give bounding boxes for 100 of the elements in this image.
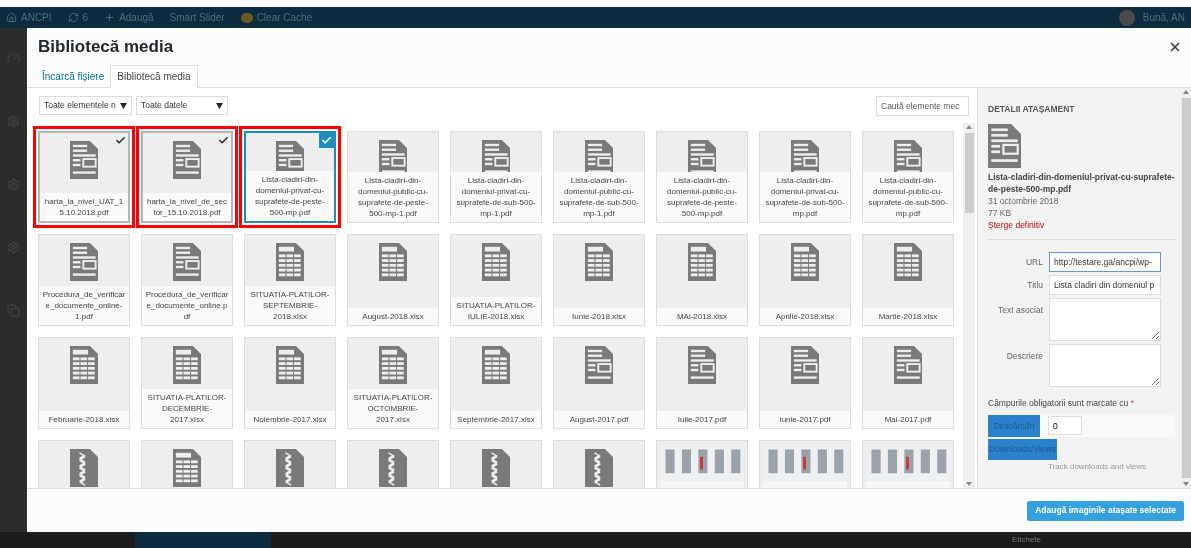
file-name: Lista-cladiri-din-domeniul-privat-cu-suprafete-de-peste-500-mp.pdf xyxy=(246,171,334,221)
file-name: Martie-2018.xlsx xyxy=(863,308,953,325)
modal-title: Bibliotecă media xyxy=(38,35,174,58)
text-field[interactable]: Lista cladiri din domeniul p xyxy=(1049,274,1161,295)
media-tile[interactable]: August-2017.pdf xyxy=(553,337,645,429)
file-name: SITUATIA-PLATILOR-IULIE-2018.xlsx xyxy=(451,297,541,325)
document-icon xyxy=(790,346,820,384)
filter-select[interactable]: Toate datele xyxy=(136,96,228,115)
field-label: Text asociat xyxy=(997,303,1043,317)
spreadsheet-icon xyxy=(275,346,305,384)
downloads-field[interactable]: 0 xyxy=(1048,416,1082,435)
media-tile[interactable]: Noiembrie-2017.xlsx xyxy=(244,337,336,429)
media-tile[interactable]: Lista-cladiri-din-domeniul-public-cu-suprafete-de-sub-500-mp.pdf xyxy=(862,131,954,223)
media-tile[interactable]: SITUATIA-PLATILOR-SEPTEMBRIE-2018.xlsx xyxy=(244,234,336,326)
spreadsheet-icon xyxy=(378,243,408,281)
media-tile[interactable]: MAi-2018.xlsx xyxy=(656,234,748,326)
attachment-filename: Lista-cladiri-din-domeniul-privat-cu-suprafete-de-peste-500-mp.pdf xyxy=(988,170,1175,195)
text-field[interactable]: http://testare.ga/ancpi/wp- xyxy=(1049,251,1161,272)
scrollbar[interactable] xyxy=(963,123,975,488)
scroll-down-icon[interactable] xyxy=(966,482,972,486)
media-tile[interactable]: Procedura_de_verificare_documente_online-1.pdf xyxy=(38,234,130,326)
media-tile[interactable]: Lista-cladiri-din-domeniul-public-cu-suprafete-de-sub-500-mp-1.pdf xyxy=(553,131,645,223)
check-icon[interactable] xyxy=(319,133,334,148)
delete-link[interactable]: Șterge definitiv xyxy=(988,218,1175,231)
spreadsheet-icon xyxy=(172,449,202,487)
file-name: Lista-cladiri-din-domeniul-public-cu-suprafete-de-peste-500-mp-1.pdf xyxy=(348,172,438,222)
text-area[interactable] xyxy=(1049,297,1161,341)
avatar-icon[interactable] xyxy=(1118,9,1135,26)
media-tile[interactable]: SITUATIA-PLATILOR-OCTOMBRIE-2017.xlsx xyxy=(347,337,439,429)
media-tile[interactable]: Lista-cladiri-din-domeniul-public-cu-suprafete-de-peste-500-mp-1.pdf xyxy=(347,131,439,223)
media-tile[interactable]: SITUATIA-PLATILOR-DECEMBRIE-2017.xlsx xyxy=(141,337,233,429)
file-name: Lista-cladiri-din-domeniul-public-cu-suprafete-de-sub-500-mp-1.pdf xyxy=(554,172,644,222)
media-tile[interactable]: harta_la_nivel_de_sector_15.10.2018.pdf xyxy=(141,131,233,223)
scroll-up-icon[interactable] xyxy=(1183,90,1189,94)
search-field[interactable]: Caută elemente mec xyxy=(876,95,969,116)
refresh-icon[interactable] xyxy=(67,12,79,23)
file-name: SITUATIA-PLATILOR-SEPTEMBRIE-2018.xlsx xyxy=(245,286,335,325)
file-name: Noiembrie-2017.xlsx xyxy=(245,411,335,428)
media-tile[interactable]: Lista-cladiri-din-domeniul-public-cu-suprafete-de-peste-500-mp.pdf xyxy=(656,131,748,223)
media-tile[interactable]: SITUATIA-PLATILOR-IULIE-2018.xlsx xyxy=(450,234,542,326)
pages-icon[interactable] xyxy=(7,304,20,317)
file-name: Mai-2017.pdf xyxy=(863,411,953,428)
spreadsheet-icon xyxy=(275,243,305,281)
spreadsheet-icon xyxy=(893,243,923,281)
file-name: Lista-cladiri-din-domeniul-public-cu-suprafete-de-peste-500-mp.pdf xyxy=(657,172,747,222)
file-name: Iunie-2018.xlsx xyxy=(554,308,644,325)
media-tile[interactable]: harta_la_nivel_UAT_15.10.2018.pdf xyxy=(38,131,130,223)
media-tile[interactable]: Septembrie-2017.xlsx xyxy=(450,337,542,429)
document-icon xyxy=(584,140,614,172)
dropdown-icon xyxy=(120,102,127,109)
media-tile[interactable]: August-2018.xlsx xyxy=(347,234,439,326)
spreadsheet-icon xyxy=(69,346,99,384)
media-tab[interactable]: Încarcă fișiere xyxy=(36,65,111,88)
document-icon xyxy=(275,141,305,171)
track-note: Track downloads and views xyxy=(1047,460,1147,473)
document-icon xyxy=(172,243,202,281)
dropdown-icon xyxy=(216,102,223,109)
media-tile[interactable]: Iunie-2018.xlsx xyxy=(553,234,645,326)
spreadsheet-icon xyxy=(687,243,717,281)
media-tile[interactable]: Iunie-2017.pdf xyxy=(759,337,851,429)
plus-icon[interactable] xyxy=(104,12,116,23)
media-tile[interactable]: Procedura_de_verificare_documente_online.pdf xyxy=(141,234,233,326)
media-tab[interactable]: Bibliotecă media xyxy=(110,65,198,88)
spreadsheet-icon xyxy=(481,346,511,384)
media-tile[interactable]: Lista-cladiri-din-domeniul-privat-cu-suprafete-de-sub-500-mp.pdf xyxy=(759,131,851,223)
scroll-up-icon[interactable] xyxy=(966,125,972,129)
document-icon xyxy=(481,140,511,172)
document-icon xyxy=(69,243,99,281)
archive-icon xyxy=(481,449,511,487)
home-icon[interactable] xyxy=(6,12,17,23)
details-heading: DETALII ATAȘAMENT xyxy=(988,103,1076,116)
document-icon xyxy=(988,123,1021,168)
media-tile[interactable]: Februarie-2018.xlsx xyxy=(38,337,130,429)
file-name: Februarie-2018.xlsx xyxy=(39,411,129,428)
scroll-down-icon[interactable] xyxy=(1183,482,1189,486)
media-tile[interactable]: Aprilie-2018.xlsx xyxy=(759,234,851,326)
filter-select[interactable]: Toate elementele n xyxy=(39,96,132,115)
file-name: Iunie-2017.pdf xyxy=(760,411,850,428)
file-name: Lista-cladiri-din-domeniul-privat-cu-suprafete-de-sub-500-mp-1.pdf xyxy=(451,172,541,222)
scroll-thumb[interactable] xyxy=(964,133,974,213)
required-note: Câmpurile obligatorii sunt marcate cu * xyxy=(988,396,1135,410)
background-text: Etichete xyxy=(1012,534,1041,546)
dashboard-icon[interactable] xyxy=(7,52,20,65)
file-name: Septembrie-2017.xlsx xyxy=(451,411,541,428)
media-tile[interactable]: Lista-cladiri-din-domeniul-privat-cu-suprafete-de-sub-500-mp-1.pdf xyxy=(450,131,542,223)
file-name: Procedura_de_verificare_documente_online-1.pdf xyxy=(39,286,129,325)
media-tile[interactable]: Lista-cladiri-din-domeniul-privat-cu-suprafete-de-peste-500-mp.pdf xyxy=(244,131,336,223)
document-icon xyxy=(69,141,99,179)
document-icon xyxy=(584,346,614,384)
document-icon xyxy=(790,140,820,172)
media-tile[interactable]: Martie-2018.xlsx xyxy=(862,234,954,326)
text-area[interactable] xyxy=(1049,343,1161,387)
file-name: SITUATIA-PLATILOR-DECEMBRIE-2017.xlsx xyxy=(142,389,232,428)
file-name: August-2018.xlsx xyxy=(348,308,438,325)
document-icon xyxy=(172,141,202,179)
media-tile[interactable]: Mai-2017.pdf xyxy=(862,337,954,429)
file-name: Lista-cladiri-din-domeniul-privat-cu-suprafete-de-sub-500-mp.pdf xyxy=(760,172,850,222)
spreadsheet-icon xyxy=(790,243,820,281)
archive-icon xyxy=(584,449,614,487)
media-tile[interactable]: Iulie-2017.pdf xyxy=(656,337,748,429)
